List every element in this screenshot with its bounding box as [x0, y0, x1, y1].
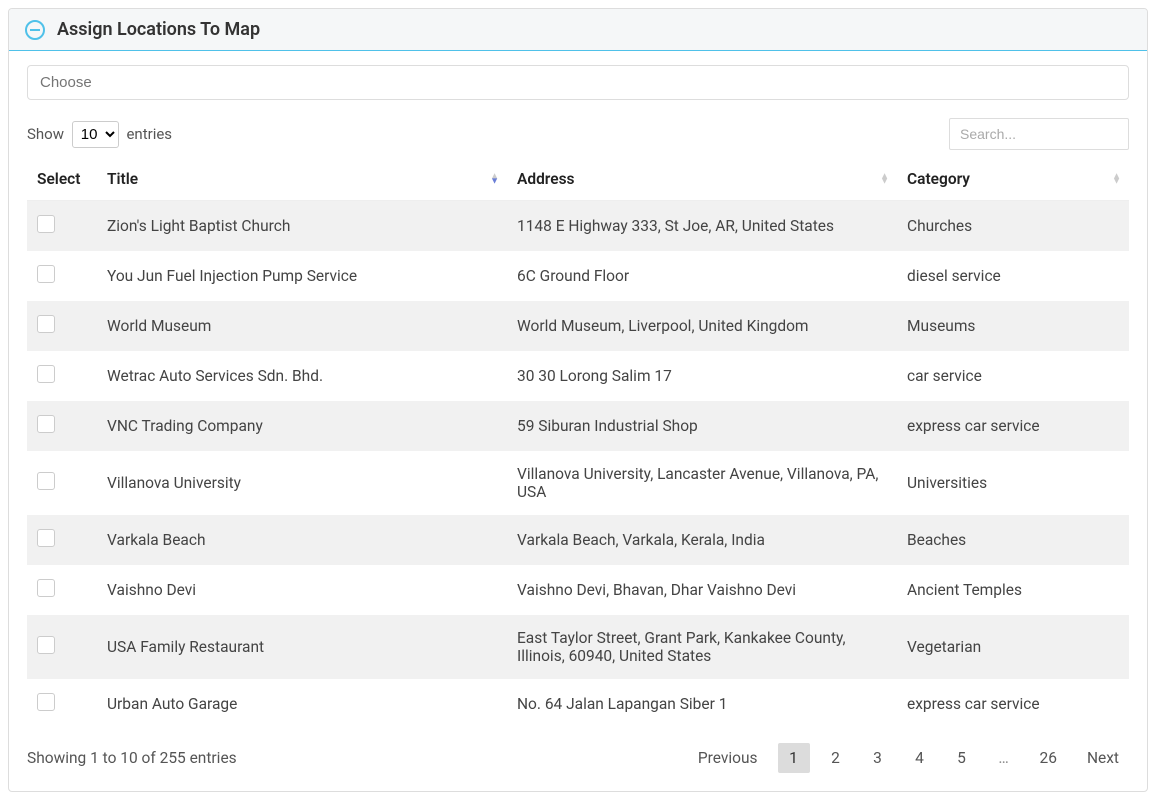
- col-header-title[interactable]: Title ▲▼: [97, 158, 507, 201]
- row-category: Beaches: [897, 515, 1129, 565]
- sort-icon: ▲▼: [490, 175, 499, 184]
- row-title: Villanova University: [97, 451, 507, 515]
- row-checkbox[interactable]: [37, 579, 55, 597]
- row-checkbox[interactable]: [37, 365, 55, 383]
- row-checkbox[interactable]: [37, 472, 55, 490]
- table-body: Zion's Light Baptist Church1148 E Highwa…: [27, 201, 1129, 730]
- row-address: 59 Siburan Industrial Shop: [507, 401, 897, 451]
- row-address: 1148 E Highway 333, St Joe, AR, United S…: [507, 201, 897, 252]
- table-row: Urban Auto GarageNo. 64 Jalan Lapangan S…: [27, 679, 1129, 729]
- col-header-address[interactable]: Address ▲▼: [507, 158, 897, 201]
- row-category: Vegetarian: [897, 615, 1129, 679]
- table-row: Vaishno DeviVaishno Devi, Bhavan, Dhar V…: [27, 565, 1129, 615]
- choose-input[interactable]: [27, 65, 1129, 100]
- table-row: Wetrac Auto Services Sdn. Bhd.30 30 Loro…: [27, 351, 1129, 401]
- row-checkbox[interactable]: [37, 315, 55, 333]
- row-category: express car service: [897, 401, 1129, 451]
- entries-select[interactable]: 10: [72, 121, 119, 148]
- row-title: Varkala Beach: [97, 515, 507, 565]
- row-category: car service: [897, 351, 1129, 401]
- page-previous[interactable]: Previous: [688, 743, 768, 773]
- collapse-icon[interactable]: [25, 20, 45, 40]
- panel-title: Assign Locations To Map: [57, 19, 260, 40]
- page-number[interactable]: 26: [1030, 743, 1067, 773]
- row-category: express car service: [897, 679, 1129, 729]
- table-row: USA Family RestaurantEast Taylor Street,…: [27, 615, 1129, 679]
- table-row: Villanova UniversityVillanova University…: [27, 451, 1129, 515]
- footer-info: Showing 1 to 10 of 255 entries: [27, 749, 237, 767]
- locations-table: Select Title ▲▼ Address ▲▼: [27, 158, 1129, 729]
- row-checkbox[interactable]: [37, 215, 55, 233]
- row-category: Churches: [897, 201, 1129, 252]
- row-title: You Jun Fuel Injection Pump Service: [97, 251, 507, 301]
- table-row: VNC Trading Company59 Siburan Industrial…: [27, 401, 1129, 451]
- panel-header: Assign Locations To Map: [9, 9, 1147, 51]
- table-row: Zion's Light Baptist Church1148 E Highwa…: [27, 201, 1129, 252]
- row-title: Urban Auto Garage: [97, 679, 507, 729]
- row-address: 6C Ground Floor: [507, 251, 897, 301]
- page-number[interactable]: 1: [778, 743, 810, 773]
- row-checkbox[interactable]: [37, 693, 55, 711]
- row-address: 30 30 Lorong Salim 17: [507, 351, 897, 401]
- row-category: Museums: [897, 301, 1129, 351]
- table-row: Varkala BeachVarkala Beach, Varkala, Ker…: [27, 515, 1129, 565]
- row-title: Zion's Light Baptist Church: [97, 201, 507, 252]
- table-row: World MuseumWorld Museum, Liverpool, Uni…: [27, 301, 1129, 351]
- show-label: Show: [27, 125, 64, 143]
- page-number[interactable]: 4: [904, 743, 936, 773]
- row-category: Ancient Temples: [897, 565, 1129, 615]
- search-control: [949, 118, 1129, 150]
- row-title: Vaishno Devi: [97, 565, 507, 615]
- row-category: Universities: [897, 451, 1129, 515]
- table-footer: Showing 1 to 10 of 255 entries Previous 1…: [27, 743, 1129, 773]
- row-address: World Museum, Liverpool, United Kingdom: [507, 301, 897, 351]
- assign-locations-panel: Assign Locations To Map Show 10 entries …: [8, 8, 1148, 792]
- search-input[interactable]: [949, 118, 1129, 150]
- row-checkbox[interactable]: [37, 529, 55, 547]
- row-address: East Taylor Street, Grant Park, Kankakee…: [507, 615, 897, 679]
- page-number[interactable]: 3: [862, 743, 894, 773]
- entries-control: Show 10 entries: [27, 121, 172, 148]
- sort-icon: ▲▼: [1112, 175, 1121, 184]
- col-header-category[interactable]: Category ▲▼: [897, 158, 1129, 201]
- col-header-select: Select: [27, 158, 97, 201]
- page-number[interactable]: 2: [820, 743, 852, 773]
- row-address: Villanova University, Lancaster Avenue, …: [507, 451, 897, 515]
- page-ellipsis: …: [988, 743, 1020, 773]
- panel-body: Show 10 entries Select Title: [9, 51, 1147, 791]
- row-title: VNC Trading Company: [97, 401, 507, 451]
- page-next[interactable]: Next: [1077, 743, 1129, 773]
- row-checkbox[interactable]: [37, 636, 55, 654]
- controls-row: Show 10 entries: [27, 118, 1129, 150]
- row-address: No. 64 Jalan Lapangan Siber 1: [507, 679, 897, 729]
- row-title: World Museum: [97, 301, 507, 351]
- row-category: diesel service: [897, 251, 1129, 301]
- entries-label: entries: [126, 125, 172, 143]
- row-checkbox[interactable]: [37, 415, 55, 433]
- row-checkbox[interactable]: [37, 265, 55, 283]
- row-address: Varkala Beach, Varkala, Kerala, India: [507, 515, 897, 565]
- pagination: Previous 12345 … 26 Next: [678, 743, 1129, 773]
- row-address: Vaishno Devi, Bhavan, Dhar Vaishno Devi: [507, 565, 897, 615]
- table-row: You Jun Fuel Injection Pump Service6C Gr…: [27, 251, 1129, 301]
- row-title: USA Family Restaurant: [97, 615, 507, 679]
- row-title: Wetrac Auto Services Sdn. Bhd.: [97, 351, 507, 401]
- sort-icon: ▲▼: [880, 175, 889, 184]
- page-number[interactable]: 5: [946, 743, 978, 773]
